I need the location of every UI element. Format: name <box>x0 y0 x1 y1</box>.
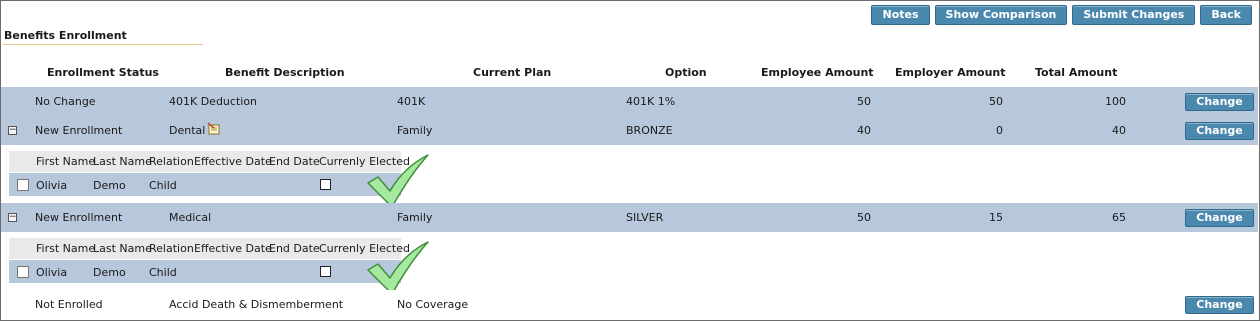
collapse-icon[interactable]: − <box>8 126 17 135</box>
change-button[interactable]: Change <box>1185 209 1254 227</box>
notes-icon[interactable] <box>207 122 221 136</box>
dependent-row: Olivia Demo Child <box>9 173 401 196</box>
benefit-description: 401K Deduction <box>169 95 258 108</box>
submit-changes-button[interactable]: Submit Changes <box>1072 5 1196 25</box>
col-relation: Relation <box>149 242 194 255</box>
employee-amount: 50 <box>857 211 871 224</box>
dependent-last-name: Demo <box>93 266 126 279</box>
option: 401K 1% <box>626 95 676 108</box>
dependent-first-name: Olivia <box>36 179 68 192</box>
employer-amount: 0 <box>996 124 1003 137</box>
col-last-name: Last Name <box>93 155 152 168</box>
col-end-date: End Date <box>269 242 320 255</box>
header-current-plan: Current Plan <box>473 66 552 79</box>
employee-amount: 40 <box>857 124 871 137</box>
enrollment-status: No Change <box>35 95 96 108</box>
employee-amount: 50 <box>857 95 871 108</box>
page-title: Benefits Enrollment <box>4 29 127 42</box>
dependents-header: First Name Last Name Relation Effective … <box>9 151 410 172</box>
notes-button[interactable]: Notes <box>871 5 930 25</box>
dependent-relation: Child <box>149 266 177 279</box>
currently-elected-checkbox[interactable] <box>320 179 331 190</box>
col-effective-date: Effective Date <box>194 242 272 255</box>
benefit-row-add: Not Enrolled Accid Death & Dismemberment… <box>1 290 1258 319</box>
employer-amount: 50 <box>989 95 1003 108</box>
header-enrollment-status: Enrollment Status <box>47 66 159 79</box>
enrollment-status: Not Enrolled <box>35 298 103 311</box>
enrollment-status: New Enrollment <box>35 124 123 137</box>
benefit-row-401k: No Change 401K Deduction 401K 401K 1% 50… <box>1 87 1258 116</box>
current-plan: Family <box>397 211 433 224</box>
col-end-date: End Date <box>269 155 320 168</box>
col-first-name: First Name <box>36 155 96 168</box>
show-comparison-button[interactable]: Show Comparison <box>934 5 1068 25</box>
col-last-name: Last Name <box>93 242 152 255</box>
current-plan: No Coverage <box>397 298 469 311</box>
dependent-first-name: Olivia <box>36 266 68 279</box>
employer-amount: 15 <box>989 211 1003 224</box>
back-button[interactable]: Back <box>1200 5 1252 25</box>
checkmark-icon <box>367 154 429 208</box>
checkmark-icon <box>367 241 429 295</box>
benefit-description: Accid Death & Dismemberment <box>169 298 344 311</box>
total-amount: 65 <box>1112 211 1126 224</box>
header-employer-amount: Employer Amount <box>895 66 1006 79</box>
header-option: Option <box>665 66 707 79</box>
col-first-name: First Name <box>36 242 96 255</box>
benefit-row-medical: − New Enrollment Medical Family SILVER 5… <box>1 203 1258 232</box>
col-effective-date: Effective Date <box>194 155 272 168</box>
benefit-description: Dental <box>169 124 206 137</box>
total-amount: 40 <box>1112 124 1126 137</box>
dependent-relation: Child <box>149 179 177 192</box>
dependents-header: First Name Last Name Relation Effective … <box>9 238 410 259</box>
toolbar: Notes Show Comparison Submit Changes Bac… <box>871 5 1252 25</box>
current-plan: 401K <box>397 95 426 108</box>
total-amount: 100 <box>1105 95 1126 108</box>
header-benefit-description: Benefit Description <box>225 66 345 79</box>
col-relation: Relation <box>149 155 194 168</box>
dependent-select-checkbox[interactable] <box>17 266 29 278</box>
option: SILVER <box>626 211 664 224</box>
dependent-select-checkbox[interactable] <box>17 179 29 191</box>
title-underline <box>3 44 203 45</box>
option: BRONZE <box>626 124 673 137</box>
enrollment-status: New Enrollment <box>35 211 123 224</box>
change-button[interactable]: Change <box>1185 296 1254 314</box>
header-employee-amount: Employee Amount <box>761 66 874 79</box>
currently-elected-checkbox[interactable] <box>320 266 331 277</box>
benefit-description: Medical <box>169 211 212 224</box>
change-button[interactable]: Change <box>1185 122 1254 140</box>
header-total-amount: Total Amount <box>1035 66 1118 79</box>
current-plan: Family <box>397 124 433 137</box>
dependent-last-name: Demo <box>93 179 126 192</box>
dependent-row: Olivia Demo Child <box>9 260 401 283</box>
benefit-row-dental: − New Enrollment Dental Family BRONZE 40… <box>1 116 1258 145</box>
change-button[interactable]: Change <box>1185 93 1254 111</box>
collapse-icon[interactable]: − <box>8 213 17 222</box>
